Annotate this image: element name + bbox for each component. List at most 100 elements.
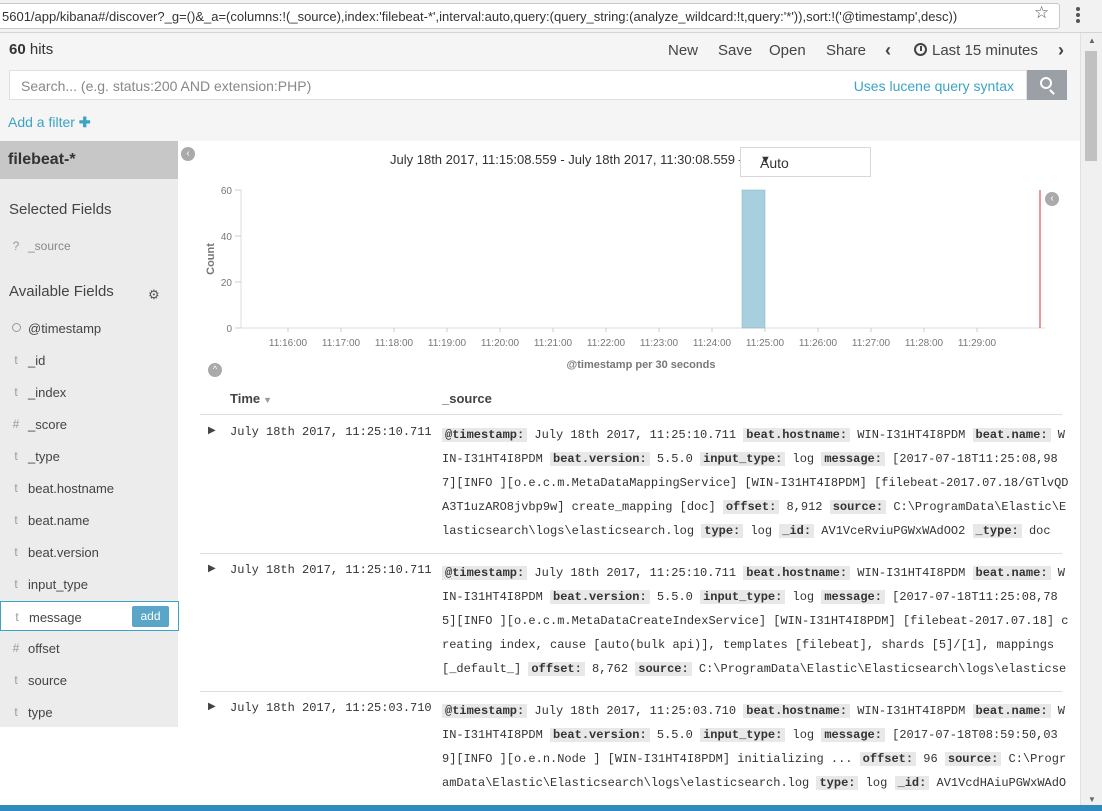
field-type-icon: t xyxy=(14,673,18,687)
source-value: doc xyxy=(1021,524,1051,538)
field-item-index[interactable]: t _index xyxy=(0,377,178,407)
expand-row-icon[interactable]: ▶ xyxy=(208,701,216,712)
save-button[interactable]: Save xyxy=(718,42,752,59)
x-tick-label: 11:23:00 xyxy=(640,338,679,349)
source-value: IN-I31HT4I8PDM xyxy=(442,452,551,466)
source-value: AV1VcdHAiuPGWxWAdO xyxy=(929,776,1067,790)
source-key: type: xyxy=(701,524,744,538)
source-value: log xyxy=(785,452,822,466)
expand-row-icon[interactable]: ▶ xyxy=(208,425,216,436)
source-value: C:\ProgramData\Elastic\Elasticsearch\log… xyxy=(691,662,1067,676)
x-tick-label: 11:21:00 xyxy=(534,338,573,349)
time-back-chevron-icon[interactable]: ‹ xyxy=(885,40,891,61)
page-scrollbar[interactable]: ▲ ▼ xyxy=(1080,33,1102,811)
field-type-icon: # xyxy=(12,641,20,655)
add-field-button[interactable]: add xyxy=(132,606,169,627)
index-pattern-header[interactable]: filebeat-* xyxy=(0,141,178,179)
browser-menu-icon[interactable] xyxy=(1070,5,1086,25)
source-line: [_default_] offset: 8,762 source: C:\Pro… xyxy=(442,657,1066,681)
x-tick-label: 11:27:00 xyxy=(852,338,891,349)
source-key: offset: xyxy=(528,662,585,676)
source-value: A3T1uzARO8jvbp9w] create_mapping [doc] xyxy=(442,500,723,514)
field-item-input-type[interactable]: t input_type xyxy=(0,569,178,599)
source-key: beat.hostname: xyxy=(743,428,851,442)
source-key: input_type: xyxy=(700,452,786,466)
field-type-icon: # xyxy=(12,417,20,431)
field-item-beat-hostname[interactable]: t beat.hostname xyxy=(0,473,178,503)
address-bar[interactable]: 5601/app/kibana#/discover?_g=()&_a=(colu… xyxy=(0,3,1060,29)
lucene-syntax-link[interactable]: Uses lucene query syntax xyxy=(854,78,1014,94)
scroll-thumb[interactable] xyxy=(1085,51,1097,161)
source-value: 7][INFO ][o.e.c.m.MetaDataMappingService… xyxy=(442,476,1069,490)
time-column-header[interactable]: Time ▼ xyxy=(230,391,272,406)
field-item-score[interactable]: # _score xyxy=(0,409,178,439)
time-forward-chevron-icon[interactable]: › xyxy=(1058,40,1064,61)
field-item-type[interactable]: t type xyxy=(0,697,178,727)
source-value: 5][INFO ][o.e.c.m.MetaDataCreateIndexSer… xyxy=(442,614,1069,628)
x-tick-label: 11:20:00 xyxy=(481,338,520,349)
field-item-message[interactable]: t message add xyxy=(0,601,179,631)
date-field-icon xyxy=(11,321,21,335)
field-item-source[interactable]: t source xyxy=(0,665,178,695)
histogram-bar xyxy=(741,189,766,329)
sort-desc-icon[interactable]: ▼ xyxy=(263,395,272,405)
field-item-timestamp[interactable]: @timestamp xyxy=(0,313,178,343)
clock-icon[interactable] xyxy=(914,43,927,56)
x-tick-label: 11:16:00 xyxy=(269,338,308,349)
y-tick-label: 0 xyxy=(226,324,232,335)
query-bar: Search... (e.g. status:200 AND extension… xyxy=(0,67,1080,103)
source-key: message: xyxy=(821,728,885,742)
field-item-type[interactable]: t _type xyxy=(0,441,178,471)
source-value: log xyxy=(785,728,822,742)
search-input[interactable]: Search... (e.g. status:200 AND extension… xyxy=(9,70,1027,100)
selected-field-source[interactable]: ? _source xyxy=(0,231,178,261)
collapse-chart-icon[interactable]: ^ xyxy=(208,363,222,377)
field-name: _type xyxy=(28,449,60,464)
field-name: beat.name xyxy=(28,513,90,528)
source-value: AV1VceRviuPGWxWAdOO2 xyxy=(814,524,973,538)
source-value: [2017-07-18T11:25:08,98 xyxy=(884,452,1058,466)
hits-label: hits xyxy=(29,41,54,58)
share-button[interactable]: Share xyxy=(826,42,866,59)
field-item-offset[interactable]: # offset xyxy=(0,633,178,663)
source-key: source: xyxy=(635,662,692,676)
interval-select[interactable]: Auto ▼ xyxy=(740,147,871,177)
time-picker-button[interactable]: Last 15 minutes xyxy=(932,42,1038,59)
source-key: message: xyxy=(821,590,885,604)
field-name: message xyxy=(29,610,82,625)
source-line: lasticsearch\logs\elasticsearch.log type… xyxy=(442,519,1054,543)
source-value: 9][INFO ][o.e.n.Node ] [WIN-I31HT4I8PDM]… xyxy=(442,752,860,766)
scroll-up-icon[interactable]: ▲ xyxy=(1088,36,1096,45)
expand-row-icon[interactable]: ▶ xyxy=(208,563,216,574)
source-value: IN-I31HT4I8PDM xyxy=(442,590,551,604)
x-axis-label: @timestamp per 30 seconds xyxy=(567,359,716,371)
collapse-sidebar-icon[interactable]: ‹ xyxy=(181,147,195,161)
histogram-svg: 0 20 40 60 11:16:00 11:17:00 11:18:00 11:19:00 1… xyxy=(205,186,1045,371)
field-item-beat-version[interactable]: t beat.version xyxy=(0,537,178,567)
y-axis-label: Count xyxy=(205,243,217,275)
source-value: IN-I31HT4I8PDM xyxy=(442,728,551,742)
add-filter-link[interactable]: Add a filter ✚ xyxy=(8,114,91,131)
open-button[interactable]: Open xyxy=(769,42,806,59)
source-line: A3T1uzARO8jvbp9w] create_mapping [doc] o… xyxy=(442,495,1066,519)
field-type-icon: t xyxy=(14,513,18,527)
scroll-down-icon[interactable]: ▼ xyxy=(1088,795,1096,804)
source-value: W xyxy=(1050,704,1065,718)
field-name: _id xyxy=(28,353,46,368)
gear-icon[interactable]: ⚙ xyxy=(148,287,160,303)
field-type-icon: t xyxy=(14,545,18,559)
bookmark-star-icon[interactable]: ☆ xyxy=(1034,3,1049,23)
browser-toolbar: 5601/app/kibana#/discover?_g=()&_a=(colu… xyxy=(0,0,1102,33)
url-text[interactable]: 5601/app/kibana#/discover?_g=()&_a=(colu… xyxy=(2,9,1022,24)
search-button[interactable] xyxy=(1027,70,1067,100)
add-filter-label: Add a filter xyxy=(8,114,75,130)
source-key: source: xyxy=(829,500,887,514)
selected-fields-header: Selected Fields xyxy=(9,201,112,218)
new-button[interactable]: New xyxy=(668,42,698,59)
field-item-beat-name[interactable]: t beat.name xyxy=(0,505,178,535)
source-key: @timestamp: xyxy=(442,566,528,580)
source-line: amData\Elastic\Elasticsearch\logs\elasti… xyxy=(442,771,1066,795)
source-value: WIN-I31HT4I8PDM xyxy=(850,566,973,580)
source-column-header: _source xyxy=(442,391,492,406)
field-item-id[interactable]: t _id xyxy=(0,345,178,375)
